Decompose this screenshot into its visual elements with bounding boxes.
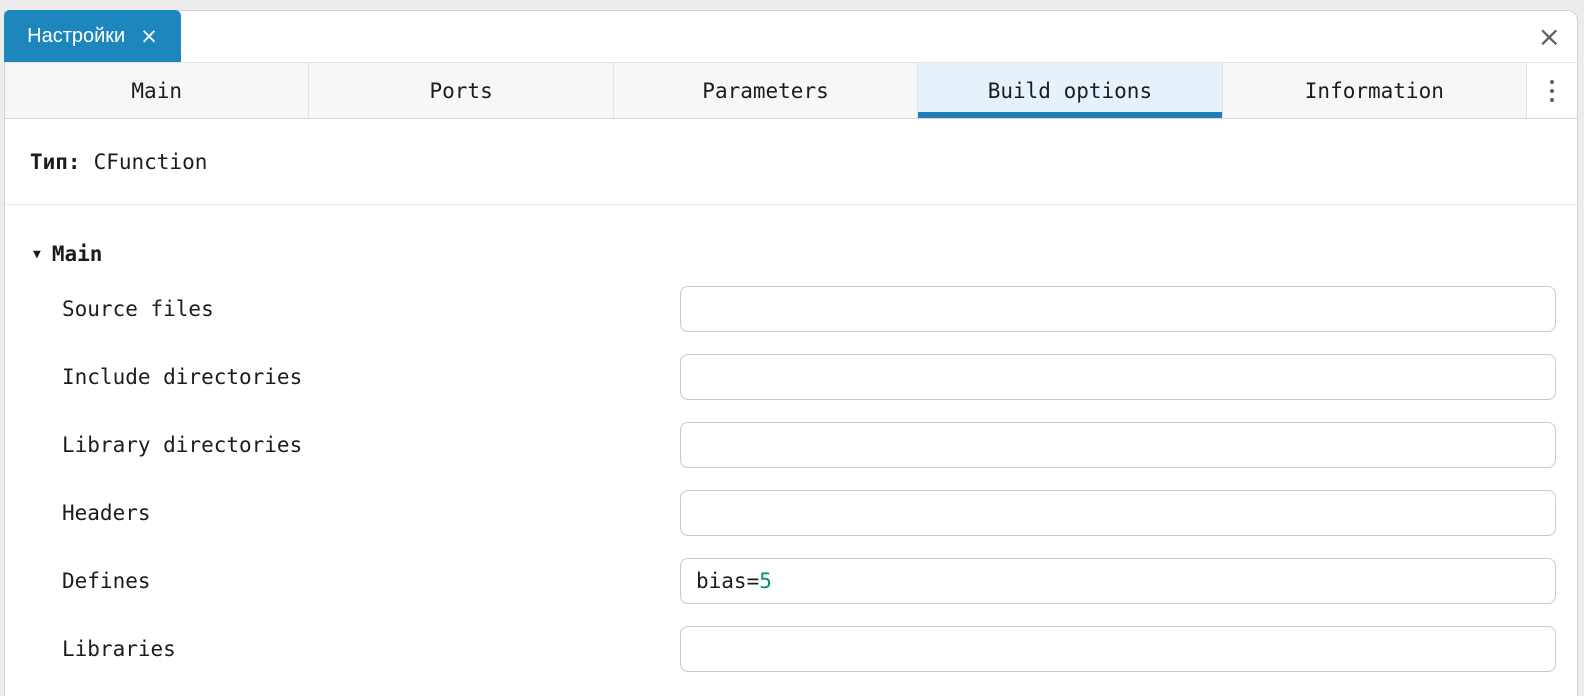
fields: Source files Include directories Library… bbox=[5, 275, 1577, 683]
doc-tab-label: Настройки bbox=[27, 25, 125, 48]
active-tab-underline bbox=[918, 112, 1221, 118]
tab-bar: Main Ports Parameters Build options Info… bbox=[5, 63, 1577, 119]
collapse-triangle-icon[interactable]: ▼ bbox=[33, 247, 41, 262]
libraries-input[interactable] bbox=[680, 626, 1556, 672]
headers-input[interactable] bbox=[680, 490, 1556, 536]
field-row: Source files bbox=[5, 275, 1577, 343]
defines-label: Defines bbox=[62, 569, 151, 593]
tab-main[interactable]: Main bbox=[5, 63, 309, 118]
type-label: Тип: bbox=[30, 150, 81, 174]
panel-close-icon[interactable]: × bbox=[1538, 23, 1561, 51]
field-row: Include directories bbox=[5, 343, 1577, 411]
type-value: CFunction bbox=[94, 150, 208, 174]
library-directories-input[interactable] bbox=[680, 422, 1556, 468]
tab-overflow-menu-button[interactable] bbox=[1527, 63, 1577, 118]
section-header-main[interactable]: ▼ Main bbox=[33, 242, 1577, 266]
tab-parameters[interactable]: Parameters bbox=[614, 63, 918, 118]
doc-tab-close-icon[interactable]: × bbox=[140, 26, 158, 47]
field-row: Libraries bbox=[5, 615, 1577, 683]
tab-label: Ports bbox=[430, 79, 493, 103]
section-title: Main bbox=[52, 242, 103, 266]
include-directories-label: Include directories bbox=[62, 365, 302, 389]
title-bar: Настройки × × bbox=[5, 11, 1577, 63]
source-files-input[interactable] bbox=[680, 286, 1556, 332]
defines-input[interactable]: bias=5 bbox=[680, 558, 1556, 604]
field-row: Defines bias=5 bbox=[5, 547, 1577, 615]
tab-label: Build options bbox=[988, 79, 1152, 103]
library-directories-label: Library directories bbox=[62, 433, 302, 457]
tab-build-options[interactable]: Build options bbox=[918, 63, 1222, 118]
tab-label: Information bbox=[1305, 79, 1444, 103]
settings-panel: Настройки × × Main Ports Parameters Buil… bbox=[4, 10, 1578, 696]
type-row: Тип: CFunction bbox=[5, 119, 1577, 205]
doc-tab-settings[interactable]: Настройки × bbox=[4, 10, 181, 62]
source-files-label: Source files bbox=[62, 297, 214, 321]
headers-label: Headers bbox=[62, 501, 151, 525]
kebab-vertical-icon bbox=[1550, 80, 1554, 102]
libraries-label: Libraries bbox=[62, 637, 176, 661]
tab-bar-tabs: Main Ports Parameters Build options Info… bbox=[5, 63, 1527, 118]
tab-label: Main bbox=[131, 79, 182, 103]
tab-information[interactable]: Information bbox=[1223, 63, 1527, 118]
field-row: Library directories bbox=[5, 411, 1577, 479]
tab-label: Parameters bbox=[702, 79, 828, 103]
field-row: Headers bbox=[5, 479, 1577, 547]
tab-ports[interactable]: Ports bbox=[309, 63, 613, 118]
include-directories-input[interactable] bbox=[680, 354, 1556, 400]
